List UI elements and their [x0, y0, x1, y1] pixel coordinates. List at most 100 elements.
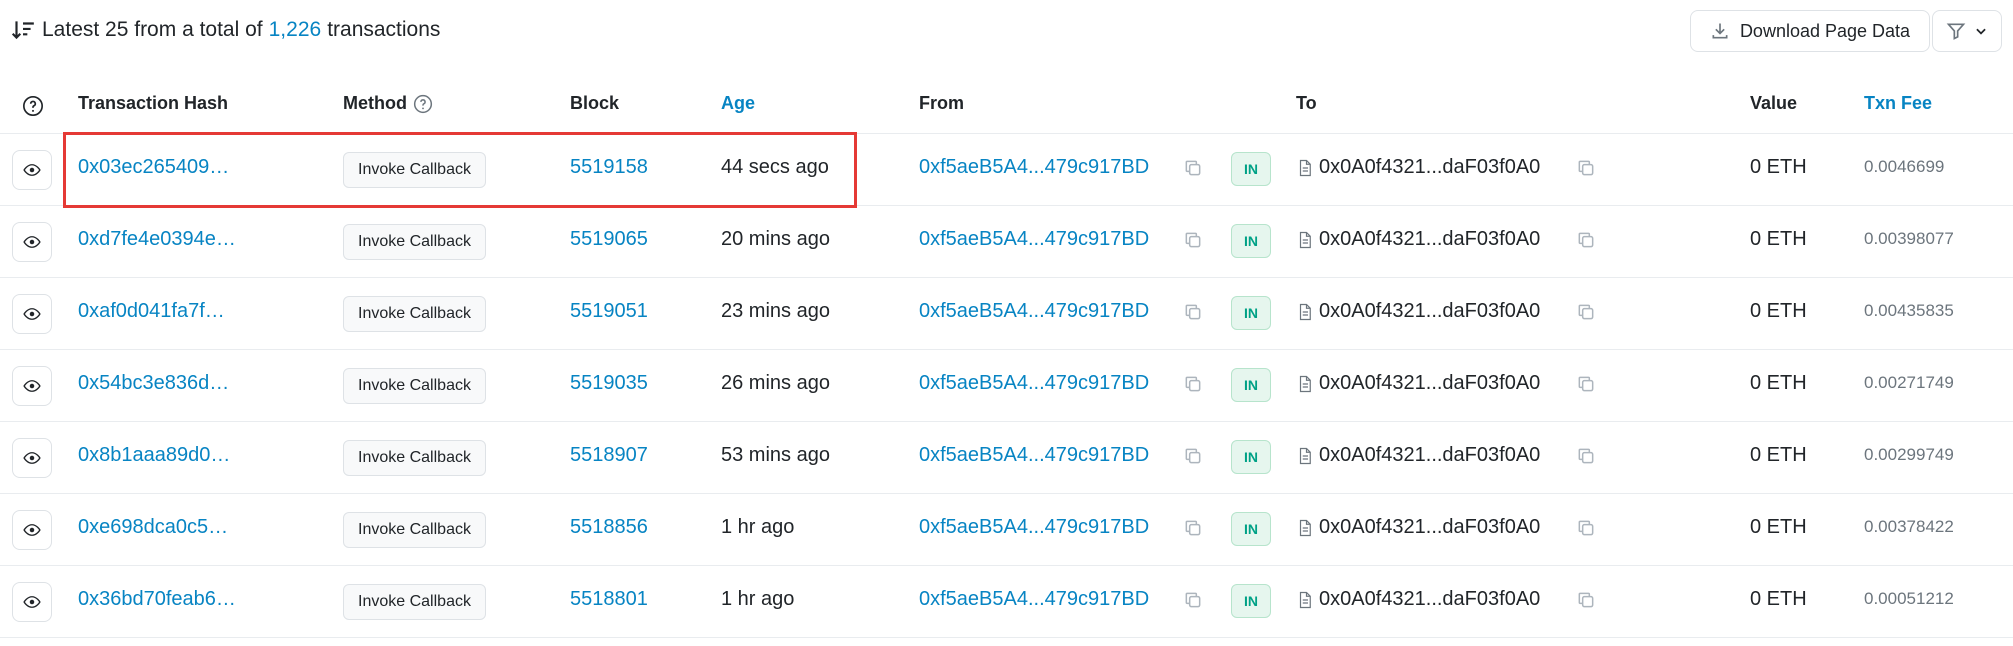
block-number-link[interactable]: 5519035 [570, 372, 648, 395]
txn-fee-text: 0.0046699 [1864, 157, 1945, 176]
method-badge: Invoke Callback [343, 152, 486, 188]
copy-from-button[interactable] [1183, 158, 1203, 184]
to-address[interactable]: 0x0A0f4321...daF03f0A0 [1319, 156, 1540, 179]
download-page-data-button[interactable]: Download Page Data [1690, 10, 1930, 52]
download-label: Download Page Data [1739, 20, 1911, 41]
help-circle-icon[interactable] [22, 95, 44, 117]
block-number-link[interactable]: 5518801 [570, 588, 648, 611]
filter-dropdown-button[interactable] [1932, 10, 2002, 52]
contract-document-icon [1299, 375, 1311, 393]
age-text: 53 mins ago [721, 444, 830, 466]
block-number-link[interactable]: 5518907 [570, 444, 648, 467]
contract-icon-wrap [1296, 445, 1314, 473]
transaction-hash-link[interactable]: 0x54bc3e836d… [78, 372, 229, 395]
method-badge: Invoke Callback [343, 296, 486, 332]
copy-from-button[interactable] [1183, 374, 1203, 400]
from-address-link[interactable]: 0xf5aeB5A4...479c917BD [919, 300, 1149, 323]
transactions-summary: Latest 25 from a total of 1,226 transact… [10, 14, 440, 46]
method-badge: Invoke Callback [343, 584, 486, 620]
view-details-button[interactable] [12, 294, 52, 334]
txn-fee-text: 0.00271749 [1864, 373, 1954, 392]
copy-icon [1578, 520, 1594, 536]
block-number-link[interactable]: 5518856 [570, 516, 648, 539]
method-badge: Invoke Callback [343, 368, 486, 404]
view-details-button[interactable] [12, 582, 52, 622]
txn-fee-text: 0.00435835 [1864, 301, 1954, 320]
copy-icon [1578, 304, 1594, 320]
contract-document-icon [1299, 231, 1311, 249]
copy-to-button[interactable] [1576, 230, 1596, 256]
copy-from-button[interactable] [1183, 302, 1203, 328]
view-details-button[interactable] [12, 510, 52, 550]
from-address-link[interactable]: 0xf5aeB5A4...479c917BD [919, 372, 1149, 395]
copy-to-button[interactable] [1576, 302, 1596, 328]
transaction-hash-link[interactable]: 0x8b1aaa89d0… [78, 444, 230, 467]
to-address[interactable]: 0x0A0f4321...daF03f0A0 [1319, 588, 1540, 611]
copy-from-button[interactable] [1183, 446, 1203, 472]
header-method: Method [343, 93, 407, 113]
contract-icon-wrap [1296, 517, 1314, 545]
eye-icon [23, 308, 41, 320]
transaction-hash-link[interactable]: 0xaf0d041fa7f… [78, 300, 225, 323]
view-details-button[interactable] [12, 438, 52, 478]
header-value: Value [1750, 93, 1798, 113]
copy-from-button[interactable] [1183, 230, 1203, 256]
header-txn-fee-toggle[interactable]: Txn Fee [1864, 93, 1932, 114]
from-address-link[interactable]: 0xf5aeB5A4...479c917BD [919, 588, 1149, 611]
value-text: 0 ETH [1750, 516, 1807, 538]
header-transaction-hash: Transaction Hash [78, 93, 229, 113]
copy-to-button[interactable] [1576, 590, 1596, 616]
table-row: 0x8b1aaa89d0… Invoke Callback 5518907 53 mi… [0, 422, 2013, 494]
from-address-link[interactable]: 0xf5aeB5A4...479c917BD [919, 444, 1149, 467]
copy-from-button[interactable] [1183, 590, 1203, 616]
block-number-link[interactable]: 5519065 [570, 228, 648, 251]
to-address[interactable]: 0x0A0f4321...daF03f0A0 [1319, 516, 1540, 539]
table-row: 0x36bd70feab6… Invoke Callback 5518801 1 hr… [0, 566, 2013, 638]
view-details-button[interactable] [12, 366, 52, 406]
age-text: 23 mins ago [721, 300, 830, 322]
contract-document-icon [1299, 447, 1311, 465]
view-details-button[interactable] [12, 222, 52, 262]
to-address[interactable]: 0x0A0f4321...daF03f0A0 [1319, 444, 1540, 467]
eye-icon [23, 596, 41, 608]
method-badge: Invoke Callback [343, 224, 486, 260]
copy-from-button[interactable] [1183, 518, 1203, 544]
copy-to-button[interactable] [1576, 374, 1596, 400]
from-address-link[interactable]: 0xf5aeB5A4...479c917BD [919, 156, 1149, 179]
to-address[interactable]: 0x0A0f4321...daF03f0A0 [1319, 228, 1540, 251]
eye-icon [23, 524, 41, 536]
contract-icon-wrap [1296, 301, 1314, 329]
direction-badge: IN [1231, 440, 1271, 474]
header-to: To [1296, 93, 1317, 113]
table-row: 0x54bc3e836d… Invoke Callback 5519035 26 mi… [0, 350, 2013, 422]
block-number-link[interactable]: 5519158 [570, 156, 648, 179]
copy-icon [1185, 592, 1201, 608]
contract-icon-wrap [1296, 157, 1314, 185]
direction-badge: IN [1231, 584, 1271, 618]
view-details-button[interactable] [12, 150, 52, 190]
copy-icon [1185, 448, 1201, 464]
value-text: 0 ETH [1750, 372, 1807, 394]
copy-to-button[interactable] [1576, 446, 1596, 472]
to-address[interactable]: 0x0A0f4321...daF03f0A0 [1319, 372, 1540, 395]
to-address[interactable]: 0x0A0f4321...daF03f0A0 [1319, 300, 1540, 323]
chevron-down-icon [1976, 28, 1986, 35]
transaction-hash-link[interactable]: 0xe698dca0c5… [78, 516, 228, 539]
age-text: 26 mins ago [721, 372, 830, 394]
from-address-link[interactable]: 0xf5aeB5A4...479c917BD [919, 228, 1149, 251]
method-help-icon[interactable] [413, 94, 433, 114]
copy-icon [1185, 376, 1201, 392]
transaction-count-link[interactable]: 1,226 [269, 18, 322, 42]
copy-to-button[interactable] [1576, 158, 1596, 184]
transaction-hash-link[interactable]: 0x03ec265409… [78, 156, 229, 179]
header-age-toggle[interactable]: Age [721, 93, 755, 114]
direction-badge: IN [1231, 224, 1271, 258]
transaction-hash-link[interactable]: 0xd7fe4e0394e… [78, 228, 236, 251]
from-address-link[interactable]: 0xf5aeB5A4...479c917BD [919, 516, 1149, 539]
transaction-hash-link[interactable]: 0x36bd70feab6… [78, 588, 236, 611]
copy-to-button[interactable] [1576, 518, 1596, 544]
age-text: 44 secs ago [721, 156, 829, 178]
eye-icon [23, 164, 41, 176]
summary-suffix: transactions [327, 18, 441, 41]
block-number-link[interactable]: 5519051 [570, 300, 648, 323]
